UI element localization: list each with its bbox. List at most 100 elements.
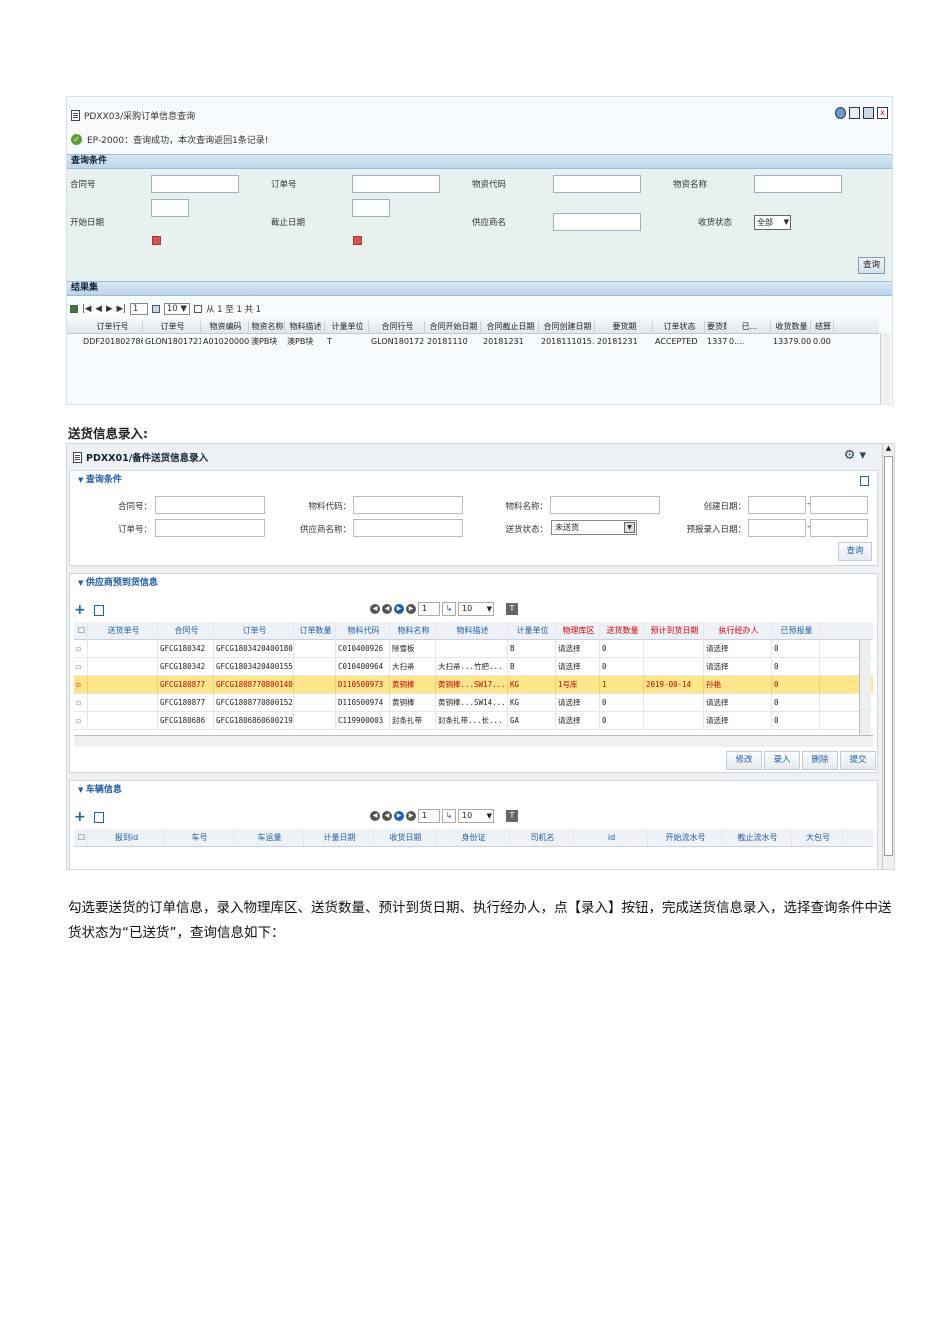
create-date-end-input[interactable] [810, 496, 868, 514]
contract-no-input[interactable] [151, 175, 239, 193]
column-header[interactable]: 预计到货日期 [644, 621, 704, 640]
column-header[interactable]: 订单行号 [81, 320, 143, 332]
query-button[interactable]: 查询 [858, 257, 885, 274]
column-header[interactable]: 执行经办人 [704, 621, 772, 640]
row-checkbox[interactable]: ☐ [74, 657, 88, 676]
go-icon[interactable]: ↳ [442, 809, 456, 823]
end-date-input[interactable] [352, 199, 390, 217]
table-row[interactable]: DDF2018027869GLON1801721...A010200002澳PB… [67, 334, 879, 348]
column-header[interactable]: 开始流水号 [648, 828, 722, 847]
table-cell[interactable]: 请选择 [556, 657, 600, 676]
table-cell[interactable]: 请选择 [704, 693, 772, 712]
material-code-input[interactable] [553, 175, 641, 193]
page-number-input[interactable]: 1 [418, 809, 440, 823]
table-cell[interactable]: 0 [600, 657, 644, 676]
delete-button[interactable]: 删除 [802, 751, 838, 770]
column-header[interactable]: 收货日期 [374, 828, 436, 847]
first-page-icon[interactable]: |◀ [82, 304, 91, 314]
column-header[interactable]: 已... [727, 320, 771, 332]
table-cell[interactable] [644, 711, 704, 730]
column-header[interactable]: 大包号 [792, 828, 843, 847]
column-header[interactable]: 物资名称 [249, 320, 285, 332]
delivery-status-select[interactable]: 未送货 ▼ [551, 520, 637, 535]
column-header[interactable]: 合同截止日期 [481, 320, 539, 332]
row-checkbox[interactable]: ☐ [74, 711, 88, 730]
supplier-name-input[interactable] [353, 519, 463, 537]
first-page-icon[interactable]: ◀ [370, 811, 380, 821]
column-header[interactable]: 订单状态 [653, 320, 705, 332]
supplier-name-input[interactable] [553, 213, 641, 231]
vehicle-section-header[interactable]: 车辆信息 [70, 781, 877, 799]
column-header[interactable]: 要货数量 [705, 320, 727, 332]
query-section-header[interactable]: 查询条件 [70, 471, 877, 489]
column-header[interactable]: id [574, 828, 648, 847]
help-icon[interactable] [835, 107, 846, 119]
table-row[interactable]: ☐ GFCG180342 GFCG1803420400155 C010400964 大扫… [74, 657, 873, 676]
calendar-icon[interactable] [152, 236, 161, 245]
vertical-scrollbar[interactable] [880, 333, 890, 405]
column-header[interactable]: 要货期 [595, 320, 653, 332]
column-header[interactable]: 截止流水号 [722, 828, 792, 847]
start-date-input[interactable] [151, 199, 189, 217]
table-cell[interactable] [644, 693, 704, 712]
table-vertical-scrollbar[interactable] [859, 640, 871, 735]
edit-button[interactable]: 修改 [726, 751, 762, 770]
column-header[interactable]: 报到id [88, 828, 164, 847]
last-page-icon[interactable]: ▶ [406, 604, 416, 614]
column-header[interactable]: 合同创建日期 [539, 320, 595, 332]
column-header[interactable]: 车号 [164, 828, 234, 847]
column-header[interactable]: 收货数量 [771, 320, 811, 332]
order-no-input[interactable] [352, 175, 440, 193]
page-number-input[interactable]: 1 [418, 602, 440, 616]
document-icon[interactable] [849, 107, 860, 119]
column-header[interactable]: 物料名称 [390, 621, 436, 640]
row-checkbox[interactable]: ☐ [74, 693, 88, 712]
add-icon[interactable]: + [74, 809, 86, 825]
header-checkbox-cell[interactable]: ☐ [74, 621, 88, 640]
order-no-input[interactable] [155, 519, 265, 537]
table-row[interactable]: ☐ GFCG180342 GFCG1803420400180 C010400926 除雪… [74, 639, 873, 658]
copy-icon[interactable] [93, 811, 104, 823]
table-cell[interactable]: 请选择 [704, 711, 772, 730]
table-cell[interactable]: 孙艳 [704, 675, 772, 694]
contract-no-input[interactable] [155, 496, 265, 514]
text-icon[interactable]: T [506, 810, 518, 822]
column-header[interactable]: 身份证 [436, 828, 510, 847]
column-header[interactable]: 合同开始日期 [425, 320, 481, 332]
text-icon[interactable]: T [506, 603, 518, 615]
column-header[interactable]: 物料描述 [436, 621, 508, 640]
column-header[interactable]: 订单数量 [294, 621, 336, 640]
header-checkbox-cell[interactable]: ☐ [74, 828, 88, 847]
column-header[interactable]: 计量日期 [304, 828, 374, 847]
prev-page-icon[interactable]: ◀ [382, 604, 392, 614]
chevron-down-icon[interactable]: ▼ [624, 522, 635, 533]
create-date-start-input[interactable] [748, 496, 806, 514]
column-header[interactable]: 结算 [811, 320, 834, 332]
next-page-icon[interactable]: ▶ [394, 604, 404, 614]
column-header[interactable]: 计量单位 [508, 621, 556, 640]
arrival-section-header[interactable]: 供应商预到货信息 [70, 574, 877, 592]
table-cell[interactable]: 0 [600, 711, 644, 730]
column-header[interactable]: 车运量 [234, 828, 304, 847]
next-page-icon[interactable]: ▶ [394, 811, 404, 821]
table-row[interactable]: ☐ GFCG180686GFCG1806860600219750 C11990000… [74, 711, 873, 730]
copy-icon[interactable] [93, 604, 104, 616]
column-header[interactable]: 送货数量 [600, 621, 644, 640]
row-checkbox[interactable]: ☐ [74, 639, 88, 658]
first-page-icon[interactable]: ◀ [370, 604, 380, 614]
column-header[interactable]: 物料代码 [336, 621, 390, 640]
page-size-select[interactable]: 10 ▼ [163, 303, 190, 315]
last-page-icon[interactable]: ▶ [406, 811, 416, 821]
receipt-status-select[interactable]: 全部 [754, 215, 791, 230]
gear-icon[interactable]: ⚙ ▾ [844, 448, 866, 463]
column-header[interactable]: 合同行号 [369, 320, 425, 332]
refresh-icon[interactable] [151, 305, 160, 313]
table-cell[interactable]: 请选择 [704, 639, 772, 658]
page-size-select[interactable]: 10 [458, 602, 494, 616]
page-size-select[interactable]: 10 [458, 809, 494, 823]
prev-page-icon[interactable]: ◀ [382, 811, 392, 821]
column-header[interactable]: 物理库区 [556, 621, 600, 640]
column-header[interactable]: 司机名 [510, 828, 574, 847]
print-icon[interactable] [863, 107, 874, 119]
page-scrollbar[interactable]: ▲ [882, 444, 894, 869]
